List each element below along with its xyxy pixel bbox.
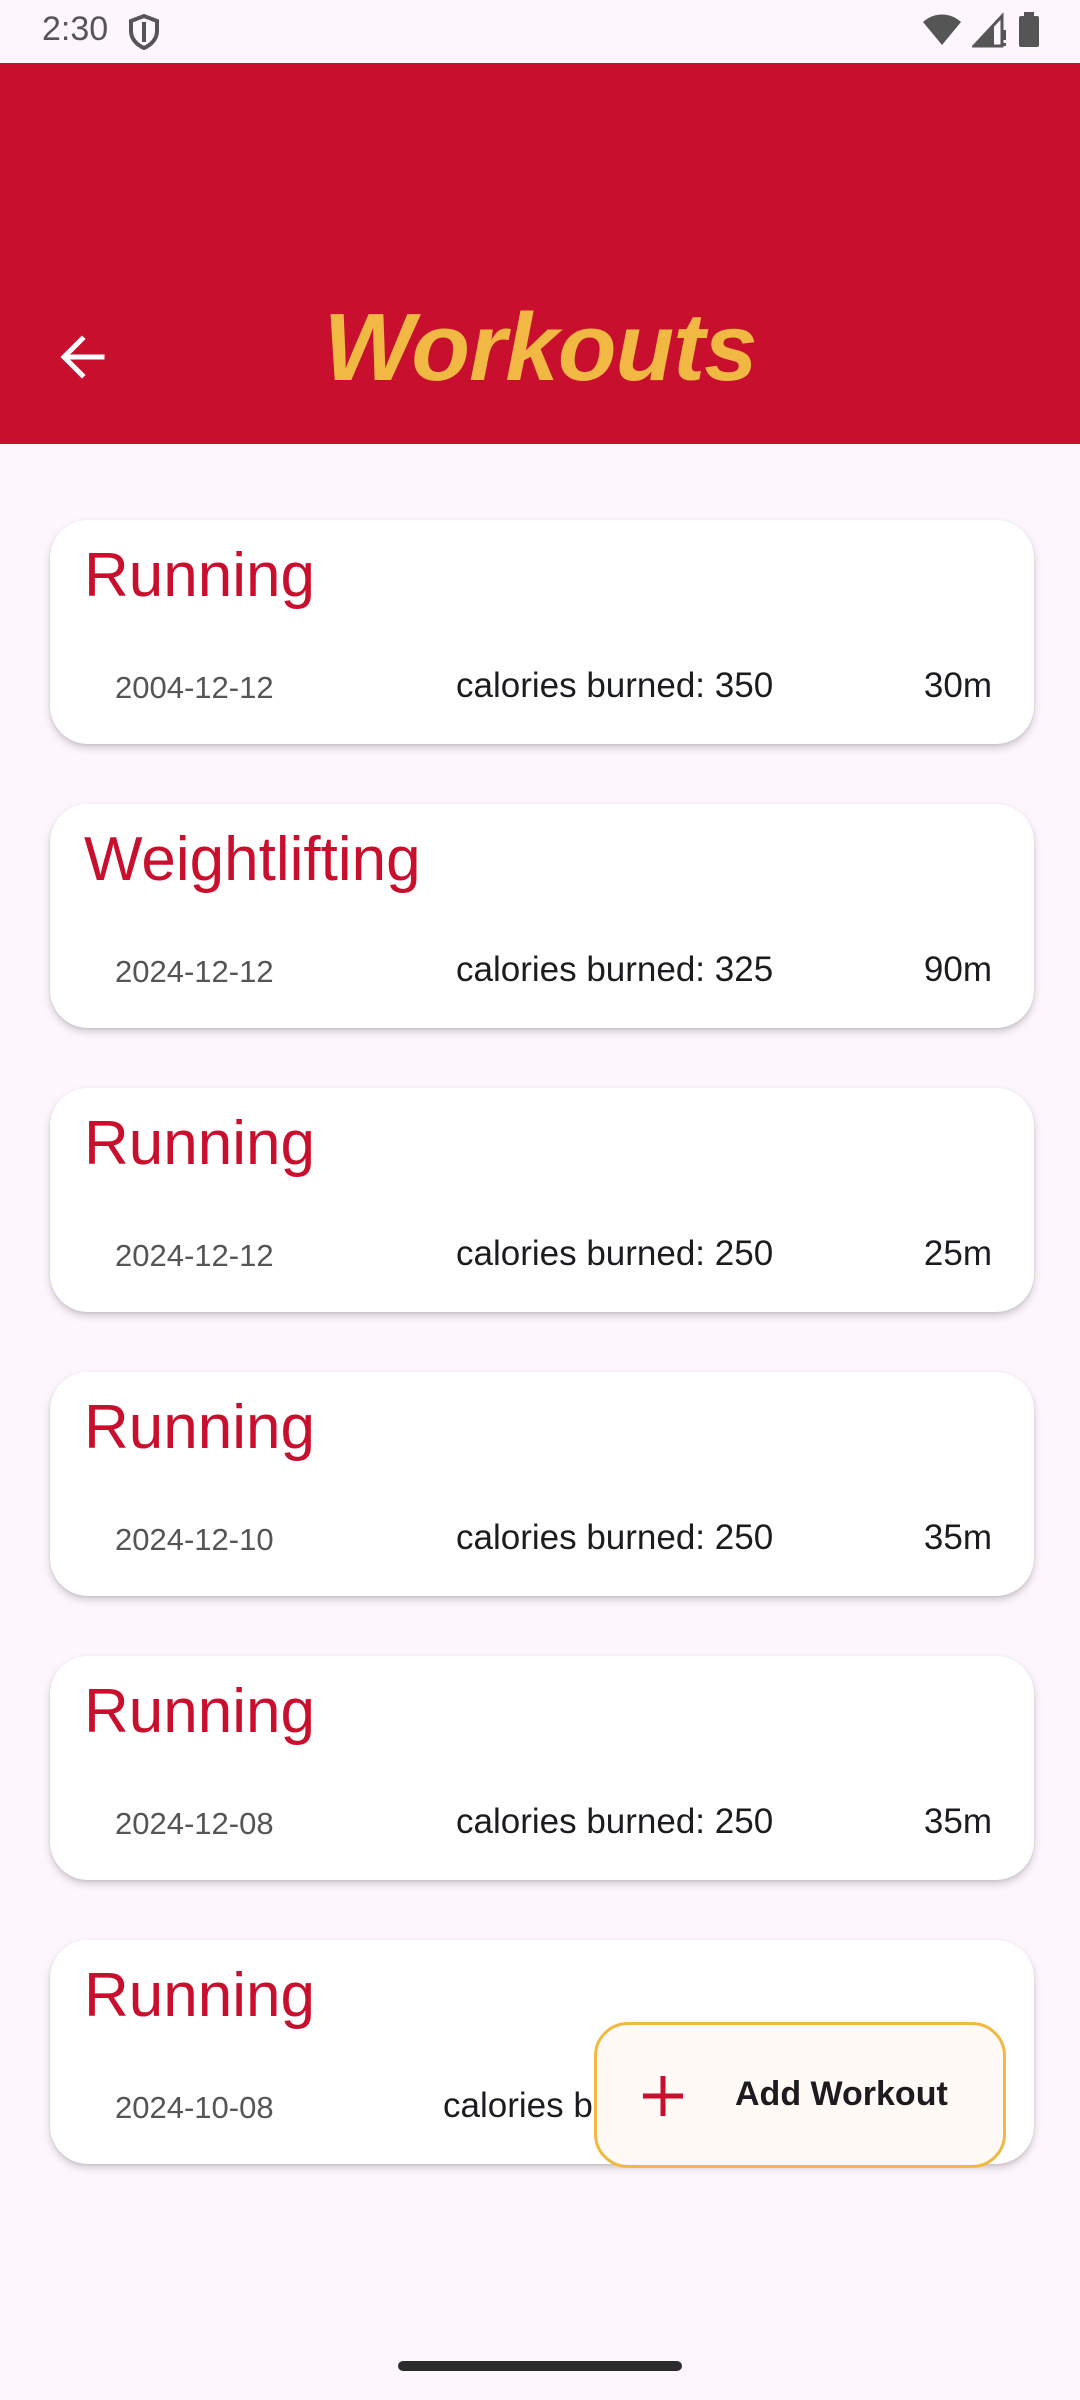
workout-name: Weightlifting	[84, 825, 421, 894]
shield-icon	[128, 13, 160, 55]
signal-icon	[970, 12, 1008, 53]
add-workout-label: Add Workout	[735, 2075, 948, 2113]
workout-date: 2004-12-12	[115, 670, 274, 705]
workout-calories: calories burned: 350	[456, 666, 774, 705]
workout-card[interactable]: Running 2024-12-12 calories burned: 250 …	[50, 1088, 1034, 1312]
battery-icon	[1018, 12, 1040, 53]
status-time: 2:30	[42, 10, 109, 48]
page-title: Workouts	[323, 294, 758, 401]
workout-calories: calories burned: 250	[456, 1802, 774, 1841]
workout-name: Running	[84, 1961, 315, 2030]
workout-date: 2024-10-08	[115, 2090, 274, 2125]
workout-card[interactable]: Running 2004-12-12 calories burned: 350 …	[50, 520, 1034, 744]
app-bar: Workouts	[0, 63, 1080, 444]
workout-name: Running	[84, 1393, 315, 1462]
workout-date: 2024-12-12	[115, 954, 274, 989]
workout-calories: calories burned: 325	[456, 950, 774, 989]
workout-duration: 90m	[923, 950, 992, 989]
workout-duration: 30m	[923, 666, 992, 705]
workout-calories: calories burned: 250	[456, 1518, 774, 1557]
workout-name: Running	[84, 1677, 315, 1746]
workout-name: Running	[84, 541, 315, 610]
workout-duration: 35m	[923, 1518, 992, 1557]
gesture-bar[interactable]	[398, 2361, 682, 2371]
status-bar: 2:30	[0, 0, 1080, 63]
workout-card[interactable]: Weightlifting 2024-12-12 calories burned…	[50, 804, 1034, 1028]
workout-card[interactable]: Running 2024-12-08 calories burned: 250 …	[50, 1656, 1034, 1880]
workout-duration: 25m	[923, 1234, 992, 1273]
workout-duration: 35m	[923, 1802, 992, 1841]
workout-date: 2024-12-12	[115, 1238, 274, 1273]
workout-calories: calories burned: 250	[456, 1234, 774, 1273]
status-icons	[922, 12, 1040, 53]
wifi-icon	[922, 13, 962, 52]
add-workout-button[interactable]: Add Workout	[594, 2022, 1006, 2168]
workout-card[interactable]: Running 2024-12-10 calories burned: 250 …	[50, 1372, 1034, 1596]
plus-icon	[643, 2076, 683, 2116]
workout-date: 2024-12-08	[115, 1806, 274, 1841]
workout-name: Running	[84, 1109, 315, 1178]
workout-calories: calories b	[443, 2086, 593, 2125]
workout-date: 2024-12-10	[115, 1522, 274, 1557]
